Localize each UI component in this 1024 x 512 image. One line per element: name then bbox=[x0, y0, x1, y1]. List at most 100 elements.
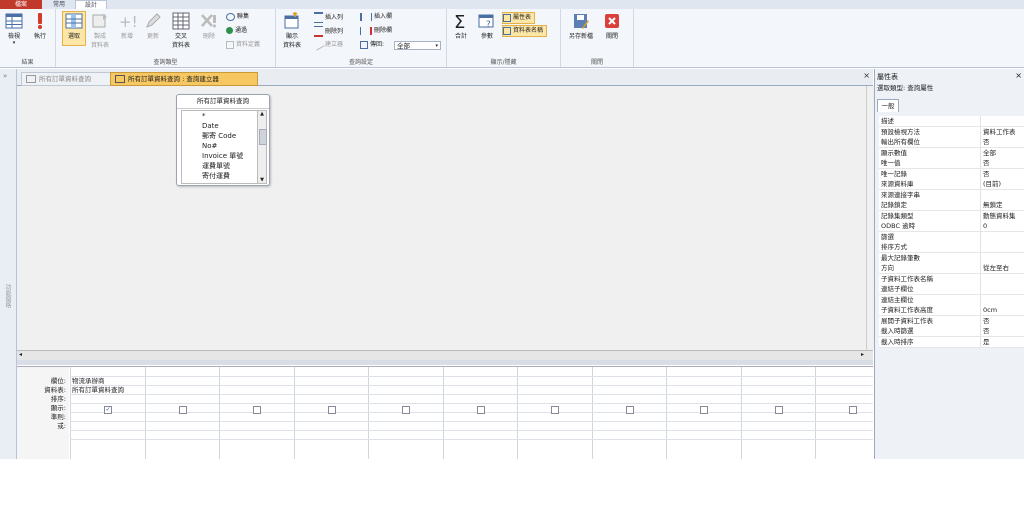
property-value[interactable] bbox=[980, 189, 983, 200]
doc-tab-query-builder[interactable]: 所有訂單資料查詢 : 查詢建立器 bbox=[110, 72, 258, 86]
property-row[interactable]: 記錄鎖定 無鎖定 bbox=[879, 200, 1024, 211]
select-query-button[interactable]: 選取 bbox=[62, 11, 86, 46]
show-checkbox[interactable] bbox=[253, 406, 261, 414]
design-vertical-scrollbar[interactable] bbox=[866, 86, 874, 350]
query-design-grid[interactable]: 欄位: 資料表: 排序: 顯示: 準則: 或: 物流承辦商 所有訂單資料查詢 ✓ bbox=[17, 366, 873, 459]
property-row[interactable]: 方向 從左至右 bbox=[879, 263, 1024, 274]
navigation-pane[interactable]: » 功能窗格 bbox=[0, 69, 17, 459]
property-row[interactable]: 子資料工作表名稱 bbox=[879, 273, 1024, 285]
show-table-button[interactable]: 顯示 資料表 bbox=[279, 12, 305, 49]
property-value[interactable] bbox=[980, 252, 983, 263]
property-row[interactable]: 描述 bbox=[879, 116, 1024, 127]
append-button[interactable]: +! 新增 bbox=[116, 12, 138, 40]
scroll-up-icon[interactable]: ▲ bbox=[258, 111, 266, 117]
property-value[interactable]: 否 bbox=[980, 168, 990, 179]
save-as-button[interactable]: 另存新檔 bbox=[564, 12, 598, 40]
property-row[interactable]: 連結子欄位 bbox=[879, 284, 1024, 295]
union-button[interactable]: 聯集 bbox=[226, 12, 249, 22]
field-item[interactable]: * bbox=[182, 111, 258, 121]
field-list[interactable]: * Date 郵寄 Code No# Invoice 單號 運費單號 寄付運費 bbox=[181, 110, 259, 184]
property-row[interactable]: 唯一記錄 否 bbox=[879, 168, 1024, 180]
grid-cell-field[interactable]: 物流承辦商 bbox=[72, 377, 105, 386]
property-row[interactable]: 篩選 bbox=[879, 231, 1024, 243]
delete-query-button[interactable]: 刪除 bbox=[198, 12, 220, 40]
insert-columns-button[interactable]: 插入欄 bbox=[360, 12, 392, 22]
show-checkbox[interactable] bbox=[774, 406, 783, 414]
property-row[interactable]: ODBC 逾時 0 bbox=[879, 221, 1024, 232]
property-row[interactable]: 來源連接字串 bbox=[879, 189, 1024, 201]
query-design-area[interactable] bbox=[17, 86, 866, 350]
property-value[interactable]: 否 bbox=[980, 315, 990, 326]
property-value[interactable]: 資料工作表 bbox=[980, 126, 1016, 137]
tab-file[interactable]: 檔案 bbox=[0, 0, 42, 9]
field-item[interactable]: Date bbox=[182, 121, 258, 131]
property-value[interactable] bbox=[980, 116, 983, 126]
doc-tab-query-datasheet[interactable]: 所有訂單資料查詢 bbox=[21, 72, 117, 86]
property-value[interactable] bbox=[980, 231, 983, 242]
field-item[interactable]: Invoice 單號 bbox=[182, 151, 258, 161]
field-list-scrollbar[interactable]: ▲ ▼ bbox=[257, 110, 267, 184]
close-button[interactable]: 關閉 bbox=[601, 12, 623, 40]
property-value[interactable] bbox=[980, 273, 983, 284]
property-value[interactable] bbox=[980, 284, 983, 294]
show-checkbox[interactable] bbox=[700, 406, 708, 414]
view-button[interactable]: 檢視 ▾ bbox=[3, 12, 25, 46]
design-horizontal-scrollbar[interactable]: ◂ ▸ bbox=[17, 350, 873, 360]
pane-splitter[interactable] bbox=[17, 360, 873, 365]
property-row[interactable]: 載入時篩選 否 bbox=[879, 326, 1024, 337]
insert-rows-button[interactable]: 插入列 bbox=[314, 12, 343, 23]
property-row[interactable]: 載入時排序 是 bbox=[879, 336, 1024, 348]
scroll-left-icon[interactable]: ◂ bbox=[19, 351, 22, 358]
run-button[interactable]: 執行 bbox=[29, 12, 51, 40]
show-checkbox[interactable]: ✓ bbox=[104, 406, 112, 414]
property-value[interactable] bbox=[980, 242, 983, 252]
show-checkbox[interactable] bbox=[625, 406, 634, 414]
scroll-right-icon[interactable]: ▸ bbox=[861, 351, 864, 358]
show-checkbox[interactable] bbox=[402, 406, 410, 414]
field-item[interactable]: 郵寄 Code bbox=[182, 131, 258, 141]
totals-button[interactable]: Σ 合計 bbox=[450, 12, 472, 40]
property-value[interactable]: 0 bbox=[980, 221, 987, 231]
close-property-sheet-icon[interactable]: × bbox=[1015, 71, 1022, 80]
return-select[interactable]: 全部 ▾ bbox=[394, 41, 441, 50]
delete-rows-button[interactable]: 刪除列 bbox=[314, 26, 343, 37]
show-checkbox[interactable] bbox=[551, 406, 559, 414]
property-row[interactable]: 展開子資料工作表 否 bbox=[879, 315, 1024, 327]
property-value[interactable]: 無鎖定 bbox=[980, 200, 1003, 210]
property-value[interactable]: 全部 bbox=[980, 147, 996, 158]
show-checkbox[interactable] bbox=[178, 406, 187, 414]
property-row[interactable]: 排序方式 bbox=[879, 242, 1024, 253]
show-checkbox[interactable] bbox=[849, 406, 857, 414]
property-row[interactable]: 記錄集類型 動態資料集 bbox=[879, 210, 1024, 222]
property-value[interactable]: 是 bbox=[980, 336, 990, 347]
property-value[interactable] bbox=[980, 294, 983, 305]
scroll-down-icon[interactable]: ▼ bbox=[258, 177, 266, 183]
property-value[interactable]: 否 bbox=[980, 158, 990, 168]
make-table-button[interactable]: 製成 資料表 bbox=[88, 12, 112, 49]
property-value[interactable]: 否 bbox=[980, 326, 990, 336]
property-value[interactable]: 從左至右 bbox=[980, 263, 1009, 273]
field-item[interactable]: No# bbox=[182, 141, 258, 151]
field-item[interactable]: 寄付運費 bbox=[182, 171, 258, 181]
property-sheet-button[interactable]: 屬性表 bbox=[502, 12, 536, 24]
parameters-button[interactable]: ? 參數 bbox=[476, 12, 498, 40]
table-field-list[interactable]: 所有訂單資料查詢 * Date 郵寄 Code No# Invoice 單號 運… bbox=[176, 94, 270, 186]
show-checkbox[interactable] bbox=[327, 406, 336, 414]
property-row[interactable]: 最大記錄筆數 bbox=[879, 252, 1024, 264]
property-row[interactable]: 來源資料庫 (目前) bbox=[879, 179, 1024, 190]
delete-columns-button[interactable]: 刪除欄 bbox=[360, 26, 392, 36]
property-value[interactable]: 否 bbox=[980, 137, 990, 147]
field-item[interactable]: 運費單號 bbox=[182, 161, 258, 171]
table-names-button[interactable]: 資料表名稱 bbox=[502, 25, 548, 37]
property-row[interactable]: 顯示數值 全部 bbox=[879, 147, 1024, 159]
update-button[interactable]: 更新 bbox=[142, 12, 164, 40]
property-row[interactable]: 子資料工作表高度 0cm bbox=[879, 305, 1024, 316]
property-row[interactable]: 唯一值 否 bbox=[879, 158, 1024, 169]
property-value[interactable]: 動態資料集 bbox=[980, 210, 1016, 221]
property-row[interactable]: 連結主欄位 bbox=[879, 294, 1024, 306]
crosstab-button[interactable]: 交叉 資料表 bbox=[168, 12, 194, 49]
property-tab-general[interactable]: 一般 bbox=[877, 99, 899, 112]
property-row[interactable]: 預設檢視方法 資料工作表 bbox=[879, 126, 1024, 138]
scroll-thumb[interactable] bbox=[259, 129, 267, 145]
expand-chevron-icon[interactable]: » bbox=[3, 72, 7, 80]
